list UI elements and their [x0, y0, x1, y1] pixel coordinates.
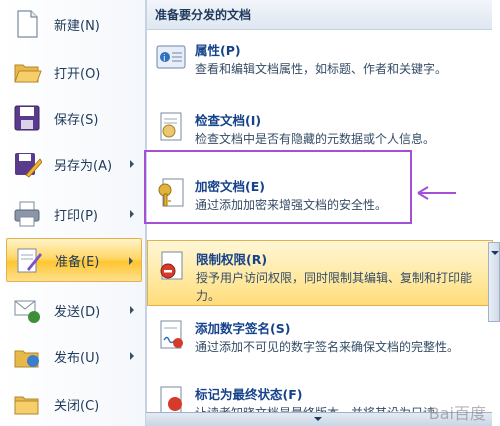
- save-disk-icon: [12, 103, 42, 133]
- menu-item-save-as[interactable]: 另存为(A): [6, 142, 142, 186]
- entry-restrict-permission[interactable]: 限制权限(R) 授予用户访问权限，同时限制其编辑、复制和打印能力。: [147, 240, 493, 306]
- entry-title: 属性(P): [195, 43, 241, 58]
- svg-text:i: i: [163, 54, 166, 64]
- office-menu: 新建(N) 打开(O) 保存(S) 另存为(A) 打印(P) 准备(E) 发送(…: [0, 0, 146, 426]
- annotation-arrow-icon: [416, 186, 456, 200]
- submenu-arrow-icon: [130, 160, 134, 168]
- restrict-permission-icon: [156, 249, 190, 283]
- menu-item-prepare[interactable]: 准备(E): [6, 238, 142, 282]
- annotation-highlight-box: [144, 150, 412, 224]
- save-as-icon: [12, 149, 43, 179]
- menu-item-label: 发送(D): [54, 304, 101, 320]
- menu-item-label: 打开(O): [54, 66, 101, 82]
- chevron-down-icon: [491, 251, 499, 255]
- entry-digital-signature[interactable]: 添加数字签名(S) 通过添加不可见的数字签名来确保文档的完整性。: [147, 310, 493, 376]
- menu-item-label: 发布(U): [54, 350, 100, 366]
- menu-item-label: 打印(P): [54, 208, 98, 224]
- printer-icon: [12, 199, 42, 229]
- submenu-arrow-icon: [129, 257, 133, 265]
- entry-description: 授予用户访问权限，同时限制其编辑、复制和打印能力。: [196, 271, 473, 303]
- mark-final-icon: [155, 384, 189, 412]
- publish-icon: [12, 341, 42, 371]
- entry-description: 检查文档中是否有隐藏的元数据或个人信息。: [195, 132, 436, 146]
- menu-item-send[interactable]: 发送(D): [6, 288, 142, 332]
- inspect-document-icon: [155, 110, 189, 144]
- watermark: Bai百度: [428, 404, 486, 423]
- digital-signature-icon: [155, 318, 189, 352]
- submenu-arrow-icon: [130, 306, 134, 314]
- menu-item-publish[interactable]: 发布(U): [6, 334, 142, 378]
- menu-item-label: 保存(S): [54, 112, 99, 128]
- send-icon: [12, 295, 42, 325]
- panel-title: 准备要分发的文档: [147, 0, 492, 30]
- open-folder-icon: [12, 57, 42, 87]
- new-document-icon: [12, 9, 42, 39]
- menu-item-open[interactable]: 打开(O): [6, 50, 142, 94]
- prepare-icon: [13, 245, 43, 275]
- dropdown-scroll-button[interactable]: [488, 242, 500, 322]
- submenu-arrow-icon: [130, 352, 134, 360]
- submenu-arrow-icon: [130, 210, 134, 218]
- menu-item-new[interactable]: 新建(N): [6, 2, 142, 46]
- close-folder-icon: [12, 389, 42, 419]
- menu-item-label: 新建(N): [54, 18, 100, 34]
- entry-title: 标记为最终状态(F): [195, 387, 303, 402]
- menu-item-label: 另存为(A): [54, 158, 113, 174]
- properties-icon: i: [155, 40, 189, 74]
- entry-title: 添加数字签名(S): [195, 321, 291, 336]
- menu-item-print[interactable]: 打印(P): [6, 192, 142, 236]
- menu-item-close[interactable]: 关闭(C): [6, 382, 142, 426]
- menu-item-save[interactable]: 保存(S): [6, 96, 142, 140]
- chevron-down-icon: [314, 417, 322, 421]
- entry-description: 通过添加不可见的数字签名来确保文档的完整性。: [195, 340, 460, 354]
- entry-properties[interactable]: i 属性(P) 查看和编辑文档属性，如标题、作者和关键字。: [147, 32, 493, 98]
- entry-title: 检查文档(I): [195, 113, 262, 128]
- entry-title: 限制权限(R): [196, 252, 268, 267]
- menu-item-label: 关闭(C): [54, 398, 100, 414]
- menu-item-label: 准备(E): [55, 254, 100, 270]
- entry-description: 查看和编辑文档属性，如标题、作者和关键字。: [195, 62, 448, 76]
